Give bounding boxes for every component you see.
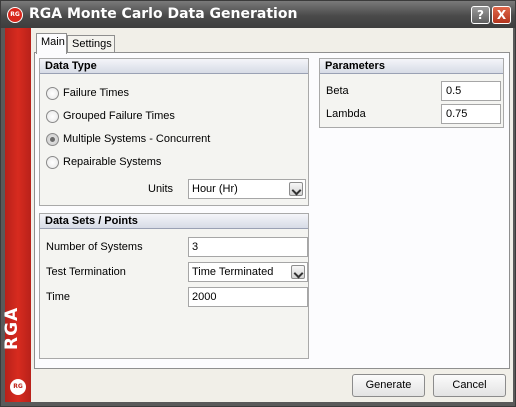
- chevron-down-icon[interactable]: [291, 265, 305, 279]
- tab-settings[interactable]: Settings: [67, 35, 115, 53]
- help-button[interactable]: ?: [471, 6, 490, 24]
- window-title: RGA Monte Carlo Data Generation: [29, 6, 298, 22]
- dialog-client-area: Main Settings Data Type Failure Times Gr…: [31, 28, 513, 402]
- radio-label: Failure Times: [63, 87, 130, 99]
- radio-repairable-systems[interactable]: Repairable Systems: [46, 154, 161, 170]
- data-sets-header: Data Sets / Points: [40, 214, 308, 229]
- radio-grouped-failure-times[interactable]: Grouped Failure Times: [46, 108, 175, 124]
- data-sets-group: Data Sets / Points Number of Systems 3 T…: [39, 213, 309, 359]
- test-termination-select[interactable]: Time Terminated: [188, 262, 308, 282]
- radio-multiple-systems-concurrent[interactable]: Multiple Systems - Concurrent: [46, 131, 210, 147]
- time-label: Time: [46, 291, 71, 303]
- sidebar-brand-text: RGA: [2, 306, 22, 350]
- radio-failure-times[interactable]: Failure Times: [46, 85, 129, 101]
- lambda-label: Lambda: [326, 108, 366, 120]
- radio-label: Grouped Failure Times: [63, 110, 175, 122]
- chevron-down-icon[interactable]: [289, 182, 303, 196]
- radio-label: Repairable Systems: [63, 156, 162, 168]
- dialog-window: RG RGA Monte Carlo Data Generation ? X R…: [0, 0, 516, 407]
- radio-icon[interactable]: [46, 109, 59, 123]
- beta-input[interactable]: 0.5: [441, 81, 501, 101]
- generate-button[interactable]: Generate: [352, 374, 425, 397]
- beta-label: Beta: [326, 85, 349, 97]
- number-of-systems-input[interactable]: 3: [188, 237, 308, 257]
- app-logo-icon: RG: [7, 7, 23, 23]
- units-select[interactable]: Hour (Hr): [188, 179, 306, 199]
- test-termination-value: Time Terminated: [192, 266, 274, 278]
- brand-sidebar: RGA RG: [2, 28, 31, 402]
- radio-icon[interactable]: [46, 86, 59, 100]
- close-button[interactable]: X: [492, 6, 511, 24]
- time-input[interactable]: 2000: [188, 287, 308, 307]
- units-value: Hour (Hr): [192, 183, 238, 195]
- tab-main[interactable]: Main: [36, 33, 67, 54]
- radio-icon[interactable]: [46, 155, 59, 169]
- units-label: Units: [148, 183, 174, 195]
- title-bar[interactable]: RG RGA Monte Carlo Data Generation ? X: [1, 1, 515, 28]
- sidebar-logo-icon: RG: [10, 379, 26, 395]
- parameters-group: Parameters Beta 0.5 Lambda 0.75: [319, 58, 504, 128]
- radio-label: Multiple Systems - Concurrent: [63, 133, 211, 145]
- radio-selected-icon[interactable]: [46, 132, 59, 146]
- cancel-button[interactable]: Cancel: [433, 374, 506, 397]
- data-type-header: Data Type: [40, 59, 308, 74]
- number-of-systems-label: Number of Systems: [46, 241, 143, 253]
- lambda-input[interactable]: 0.75: [441, 104, 501, 124]
- parameters-header: Parameters: [320, 59, 503, 74]
- data-type-group: Data Type Failure Times Grouped Failure …: [39, 58, 309, 206]
- main-tab-panel: Data Type Failure Times Grouped Failure …: [34, 52, 510, 369]
- test-termination-label: Test Termination: [46, 266, 126, 278]
